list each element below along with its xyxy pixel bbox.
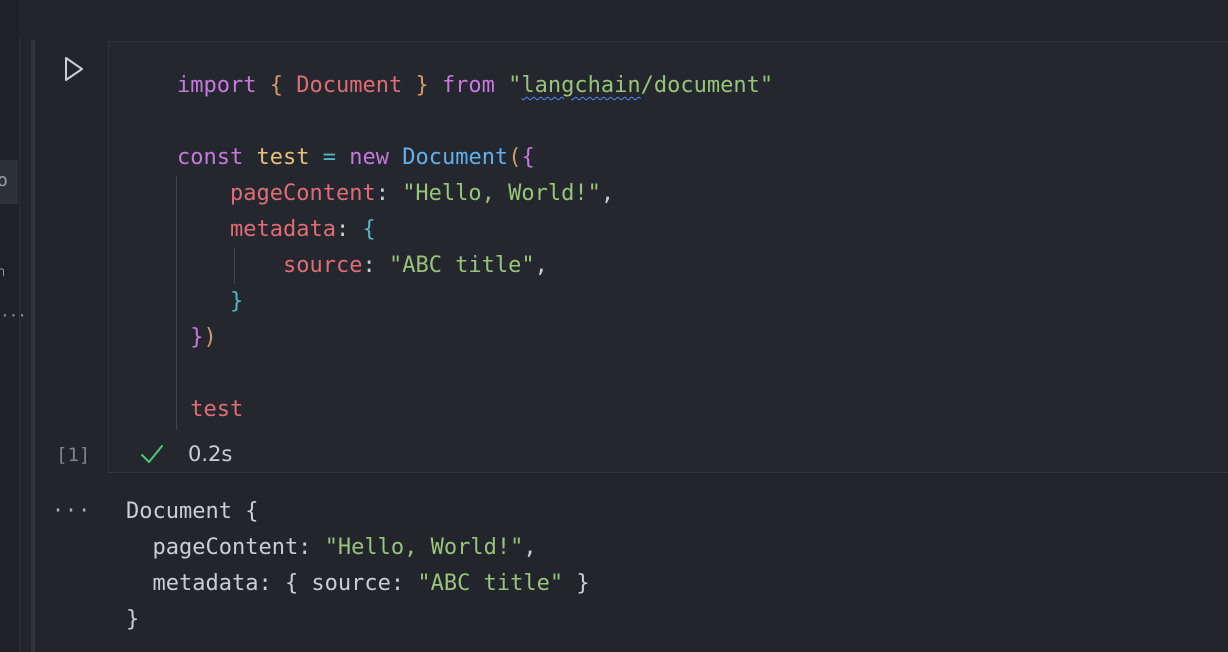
token-class-document: Document <box>402 145 509 170</box>
output-line-1: Document { <box>126 499 259 524</box>
execution-count: [1] <box>56 444 91 466</box>
token-expr-test: test <box>190 397 244 422</box>
token-new: new <box>349 145 389 170</box>
cell-gutter: [1] <box>36 40 108 474</box>
execution-time: 0.2s <box>188 442 233 466</box>
code-editor[interactable]: import { Document } from "langchain/docu… <box>108 41 1228 473</box>
code-content[interactable]: import { Document } from "langchain/docu… <box>177 68 773 428</box>
token-import: import <box>177 73 257 98</box>
token-paren-open: ( <box>508 145 522 170</box>
token-object-open: { <box>521 145 535 170</box>
output-comma: , <box>523 535 537 560</box>
token-colon: : <box>362 253 389 278</box>
more-icon[interactable]: ··· <box>52 498 91 522</box>
code-line-8: }) <box>177 320 773 356</box>
token-module-path: /document <box>640 73 760 98</box>
output-text[interactable]: Document { pageContent: "Hello, World!",… <box>126 494 590 638</box>
token-quote-close: " <box>759 73 774 98</box>
output-line-2: pageContent: "Hello, World!", <box>126 530 590 566</box>
run-cell-button[interactable] <box>60 52 88 86</box>
code-line-1: import { Document } from "langchain/docu… <box>177 68 773 104</box>
token-brace-open: { <box>269 73 283 98</box>
token-comma: , <box>600 181 615 206</box>
token-abc-title: "ABC title" <box>388 253 535 278</box>
output-line-4: } <box>126 607 140 632</box>
output-metadata-close: } <box>563 571 590 596</box>
token-key-source: source <box>282 253 363 278</box>
code-line-7: } <box>177 284 773 320</box>
token-colon: : <box>375 181 403 206</box>
token-object-close: } <box>190 325 204 350</box>
output-key-pagecontent: pageContent: <box>126 535 325 560</box>
token-metadata-open: { <box>362 217 376 242</box>
code-line-4: pageContent: "Hello, World!", <box>177 176 773 212</box>
rail-more-icon[interactable]: ··· <box>0 306 27 325</box>
token-paren-close: ) <box>203 325 217 350</box>
code-line-6: source: "ABC title", <box>177 248 773 284</box>
cell-output: ··· Document { pageContent: "Hello, Worl… <box>36 476 1228 652</box>
token-quote-open: " <box>508 73 522 98</box>
token-key-metadata: metadata <box>229 217 336 242</box>
cell-focus-bar <box>31 40 35 652</box>
token-comma: , <box>534 253 548 278</box>
output-key-metadata: metadata: { source: <box>126 571 418 596</box>
code-line-10: test <box>177 392 773 428</box>
cell-status: 0.2s <box>140 436 232 472</box>
token-const: const <box>177 145 244 170</box>
code-line-5: metadata: { <box>177 212 773 248</box>
token-document: Document <box>282 73 416 98</box>
output-line-3: metadata: { source: "ABC title" } <box>126 566 590 602</box>
check-icon <box>141 445 163 463</box>
code-line-3: const test = new Document({ <box>177 140 773 176</box>
play-icon <box>65 57 83 81</box>
output-abc-title: "ABC title" <box>417 571 564 596</box>
activity-rail: o ╮ ··· <box>0 0 27 652</box>
rail-mark: ╮ <box>0 262 8 276</box>
token-var-test: test <box>256 145 310 170</box>
token-module-warning[interactable]: langchain <box>521 73 640 98</box>
output-hello-world: "Hello, World!" <box>324 535 524 560</box>
token-hello-world: "Hello, World!" <box>402 181 601 206</box>
rail-tab-glyph: o <box>0 170 8 191</box>
rail-tab[interactable]: o <box>0 160 18 204</box>
token-brace-close: } <box>415 73 429 98</box>
token-colon: : <box>335 217 363 242</box>
token-equals: = <box>322 145 336 170</box>
token-metadata-close: } <box>229 289 244 314</box>
token-from: from <box>441 73 495 98</box>
token-key-pagecontent: pageContent <box>229 181 376 206</box>
previous-cell-edge <box>19 0 1228 38</box>
